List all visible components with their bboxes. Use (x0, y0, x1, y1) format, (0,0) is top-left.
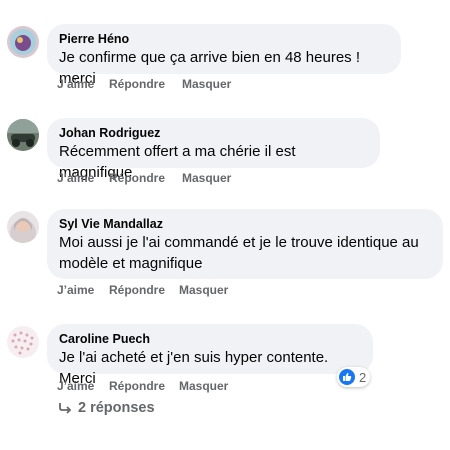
comment-author[interactable]: Johan Rodriguez (59, 125, 368, 141)
replies-label: 2 réponses (78, 400, 155, 416)
comment-bubble: Caroline Puech Je l'ai acheté et j'en su… (47, 324, 373, 387)
like-icon (339, 369, 355, 385)
hide-button[interactable]: Masquer (179, 283, 228, 297)
reply-arrow-icon (58, 402, 72, 414)
comment-bubble: Johan Rodriguez Récemment offert a ma ch… (47, 118, 380, 181)
like-button[interactable]: J’aime (57, 283, 94, 297)
comment-bubble: Pierre Héno Je confirme que ça arrive bi… (47, 24, 401, 87)
reaction-count[interactable]: 2 (337, 367, 371, 387)
reply-button[interactable]: Répondre (109, 77, 165, 91)
avatar[interactable] (7, 211, 39, 243)
like-button[interactable]: J’aime (57, 171, 94, 185)
view-replies-link[interactable]: 2 réponses (58, 400, 155, 416)
avatar[interactable] (7, 119, 39, 151)
like-button[interactable]: J’aime (57, 77, 94, 91)
reply-button[interactable]: Répondre (109, 283, 165, 297)
comment-text-line-2: modèle et magnifique (59, 255, 203, 272)
comment-author[interactable]: Syl Vie Mandallaz (59, 216, 431, 232)
avatar[interactable] (7, 326, 39, 358)
comment-author[interactable]: Caroline Puech (59, 331, 361, 347)
reply-button[interactable]: Répondre (109, 171, 165, 185)
avatar[interactable] (7, 26, 39, 58)
comment-text-line-1: Moi aussi je l'ai commandé et je le trou… (59, 234, 419, 251)
comment-author[interactable]: Pierre Héno (59, 31, 389, 47)
hide-button[interactable]: Masquer (182, 171, 231, 185)
hide-button[interactable]: Masquer (182, 77, 231, 91)
like-button[interactable]: J’aime (57, 379, 94, 393)
hide-button[interactable]: Masquer (179, 379, 228, 393)
comment-bubble: Syl Vie Mandallaz Moi aussi je l'ai comm… (47, 209, 443, 279)
reaction-number: 2 (359, 369, 367, 385)
reply-button[interactable]: Répondre (109, 379, 165, 393)
